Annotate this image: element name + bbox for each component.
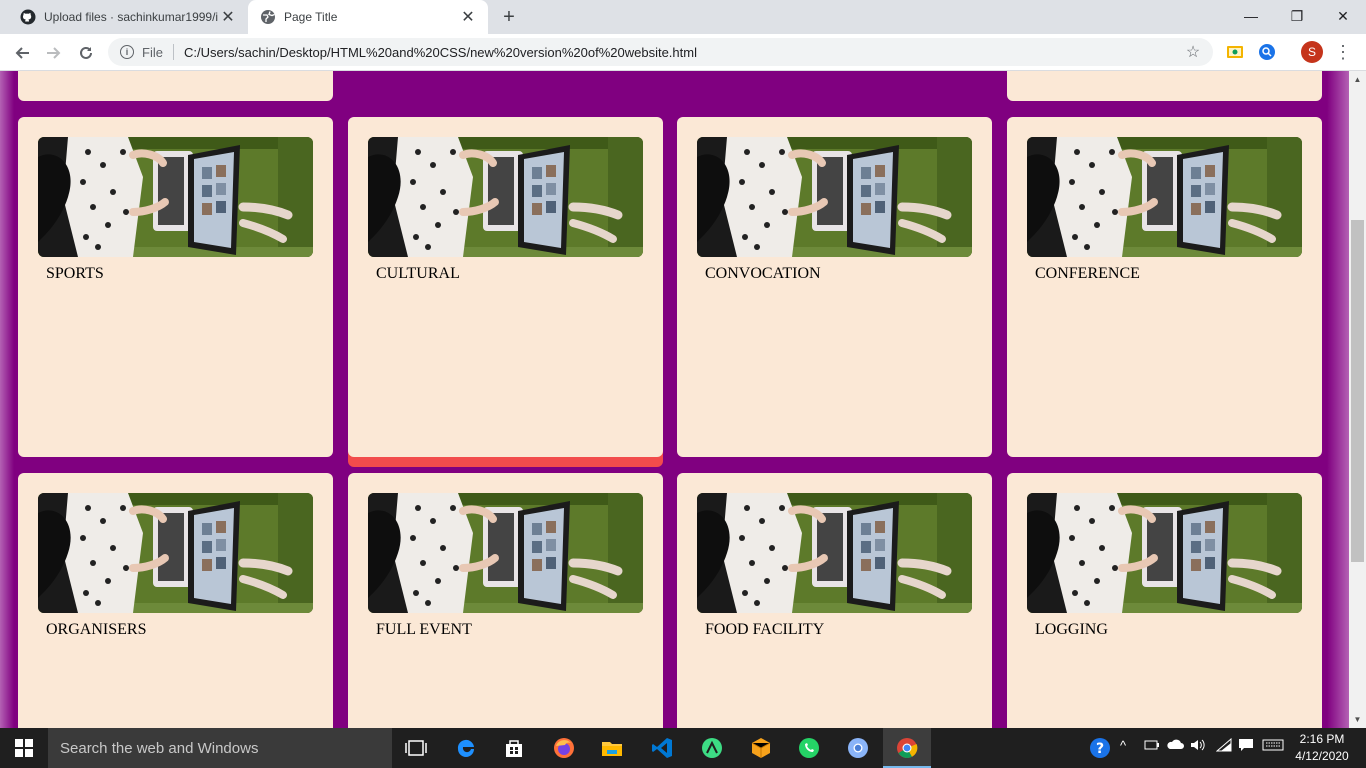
card-partial-top-left[interactable] bbox=[18, 71, 333, 101]
card-label: SPORTS bbox=[46, 265, 104, 282]
card-image bbox=[697, 137, 972, 257]
chromium-icon[interactable] bbox=[846, 736, 870, 760]
volume-icon[interactable] bbox=[1190, 738, 1206, 755]
scroll-down-icon[interactable]: ▼ bbox=[1349, 711, 1366, 728]
card-food-facility[interactable]: FOOD FACILITY bbox=[677, 473, 992, 728]
bookmark-star-icon[interactable]: ☆ bbox=[1183, 42, 1203, 62]
card-cultural[interactable]: CULTURAL bbox=[348, 117, 663, 457]
card-label: CULTURAL bbox=[376, 265, 460, 282]
firefox-icon[interactable] bbox=[552, 736, 576, 760]
card-image bbox=[38, 493, 313, 613]
card-sports[interactable]: SPORTS bbox=[18, 117, 333, 457]
clock-date: 4/12/2020 bbox=[1295, 749, 1349, 763]
windows-start-icon[interactable] bbox=[0, 728, 48, 768]
close-tab-icon[interactable]: ✕ bbox=[218, 7, 238, 27]
card-conference[interactable]: CONFERENCE bbox=[1007, 117, 1322, 457]
scrollbar-thumb[interactable] bbox=[1351, 220, 1364, 562]
close-tab-icon[interactable]: ✕ bbox=[458, 7, 478, 27]
package-icon[interactable] bbox=[749, 736, 773, 760]
card-convocation[interactable]: CONVOCATION bbox=[677, 117, 992, 457]
scheme-label: File bbox=[142, 44, 163, 60]
wifi-icon[interactable] bbox=[1215, 737, 1232, 755]
tab-page-title[interactable]: Page Title ✕ bbox=[248, 0, 488, 34]
globe-icon bbox=[260, 9, 276, 25]
card-partial-top-right[interactable] bbox=[1007, 71, 1322, 101]
laptop-photo bbox=[368, 493, 643, 613]
laptop-photo bbox=[38, 137, 313, 257]
store-icon[interactable] bbox=[502, 736, 526, 760]
help-icon[interactable]: ? bbox=[1089, 737, 1111, 762]
card-label: CONFERENCE bbox=[1035, 265, 1140, 282]
vertical-scrollbar[interactable]: ▲ ▼ bbox=[1349, 71, 1366, 728]
separator bbox=[172, 44, 174, 60]
menu-dots-icon[interactable]: ⋮ bbox=[1334, 41, 1352, 63]
extension-search-icon[interactable] bbox=[1258, 43, 1276, 61]
new-tab-button[interactable]: + bbox=[498, 6, 520, 28]
card-label: CONVOCATION bbox=[705, 265, 821, 282]
card-image bbox=[368, 493, 643, 613]
card-label: FULL EVENT bbox=[376, 621, 472, 638]
laptop-photo bbox=[38, 493, 313, 613]
scroll-up-icon[interactable]: ▲ bbox=[1349, 71, 1366, 88]
browser-toolbar: i File C:/Users/sachin/Desktop/HTML%20an… bbox=[0, 34, 1366, 71]
address-bar[interactable]: i File C:/Users/sachin/Desktop/HTML%20an… bbox=[108, 38, 1213, 66]
card-label: FOOD FACILITY bbox=[705, 621, 825, 638]
tab-title: Upload files · sachinkumar1999/i bbox=[44, 10, 218, 24]
onedrive-icon[interactable] bbox=[1166, 738, 1184, 755]
card-image bbox=[38, 137, 313, 257]
chevron-up-icon[interactable]: ^ bbox=[1120, 738, 1126, 753]
card-logging[interactable]: LOGGING bbox=[1007, 473, 1322, 728]
laptop-photo bbox=[697, 493, 972, 613]
tab-upload-files[interactable]: Upload files · sachinkumar1999/i ✕ bbox=[8, 0, 248, 34]
url-text[interactable]: C:/Users/sachin/Desktop/HTML%20and%20CSS… bbox=[184, 45, 1183, 60]
card-image bbox=[1027, 137, 1302, 257]
card-image bbox=[368, 137, 643, 257]
info-icon[interactable]: i bbox=[120, 45, 134, 59]
extension-image-icon[interactable] bbox=[1226, 43, 1244, 61]
laptop-photo bbox=[697, 137, 972, 257]
close-window-icon[interactable]: ✕ bbox=[1320, 0, 1366, 32]
notification-icon[interactable] bbox=[1238, 738, 1254, 755]
android-studio-icon[interactable] bbox=[700, 736, 724, 760]
chrome-icon[interactable] bbox=[895, 736, 919, 760]
reload-icon[interactable] bbox=[72, 39, 100, 67]
card-organisers[interactable]: ORGANISERS bbox=[18, 473, 333, 728]
card-image bbox=[697, 493, 972, 613]
windows-taskbar: Search the web and Windows ? ^ 2:16 PM 4… bbox=[0, 728, 1366, 768]
card-label: ORGANISERS bbox=[46, 621, 147, 638]
keyboard-icon[interactable] bbox=[1262, 738, 1284, 755]
svg-text:?: ? bbox=[1096, 741, 1104, 757]
card-image bbox=[1027, 493, 1302, 613]
card-label: LOGGING bbox=[1035, 621, 1108, 638]
whatsapp-icon[interactable] bbox=[797, 736, 821, 760]
forward-icon[interactable] bbox=[40, 39, 68, 67]
tab-title: Page Title bbox=[284, 10, 338, 24]
task-view-icon[interactable] bbox=[404, 736, 428, 760]
laptop-photo bbox=[1027, 137, 1302, 257]
taskbar-search-input[interactable]: Search the web and Windows bbox=[48, 728, 392, 768]
file-explorer-icon[interactable] bbox=[600, 736, 624, 760]
profile-avatar[interactable]: S bbox=[1301, 41, 1323, 63]
card-full-event[interactable]: FULL EVENT bbox=[348, 473, 663, 728]
github-icon bbox=[20, 9, 36, 25]
laptop-photo bbox=[368, 137, 643, 257]
laptop-photo bbox=[1027, 493, 1302, 613]
restore-icon[interactable]: ❐ bbox=[1274, 0, 1320, 32]
taskbar-clock[interactable]: 2:16 PM 4/12/2020 bbox=[1290, 731, 1354, 765]
battery-icon[interactable] bbox=[1144, 738, 1160, 755]
back-icon[interactable] bbox=[8, 39, 36, 67]
page-viewport: SPORTS CULTURAL CONVOCATION CONFERENCE O… bbox=[0, 71, 1349, 728]
vscode-icon[interactable] bbox=[650, 736, 674, 760]
edge-icon[interactable] bbox=[454, 736, 478, 760]
clock-time: 2:16 PM bbox=[1299, 732, 1345, 746]
minimize-icon[interactable]: — bbox=[1228, 0, 1274, 32]
tab-strip: Upload files · sachinkumar1999/i ✕ Page … bbox=[0, 0, 1366, 34]
